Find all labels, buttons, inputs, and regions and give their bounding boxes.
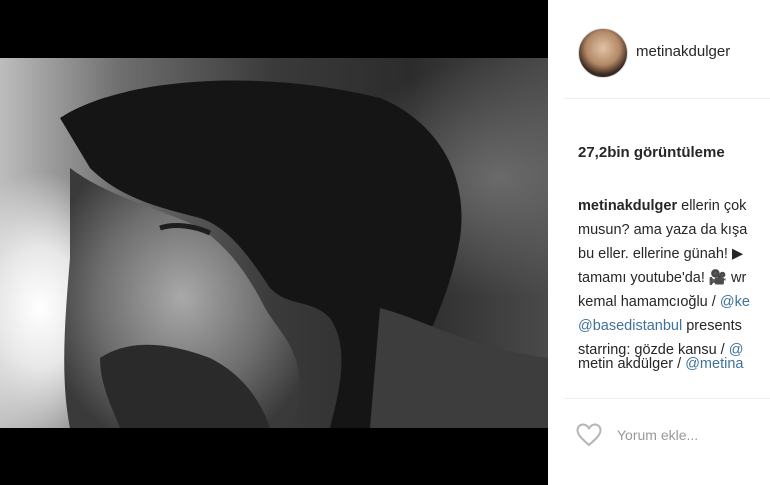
caption-username[interactable]: metinakdulger: [578, 198, 677, 214]
avatar[interactable]: [578, 28, 628, 78]
post-caption: metinakdulger ellerin çok musun? ama yaz…: [578, 194, 770, 386]
mention-link[interactable]: @ke: [720, 294, 750, 310]
post-author-username[interactable]: metinakdulger: [636, 43, 730, 60]
header-divider: [564, 98, 770, 99]
view-count: 27,2bin görüntüleme: [578, 144, 725, 161]
heart-outline-icon[interactable]: [576, 423, 602, 447]
caption-text: ellerin çok: [681, 198, 747, 214]
video-still-image: [60, 80, 548, 428]
caption-text: metin akdülger /: [578, 356, 686, 372]
mention-link[interactable]: @basedistanbul: [578, 318, 682, 334]
comment-divider: [564, 398, 770, 399]
comment-input[interactable]: Yorum ekle...: [617, 427, 698, 443]
mention-link[interactable]: @metina: [685, 356, 743, 372]
video-frame[interactable]: [0, 58, 548, 428]
caption-text: tamamı youtube'da! 🎥 wr: [578, 270, 747, 286]
caption-text: bu eller. ellerine günah! ▶: [578, 246, 744, 262]
caption-text: kemal hamamcıoğlu /: [578, 294, 720, 310]
caption-text: presents: [682, 318, 742, 334]
video-player[interactable]: [0, 0, 548, 485]
caption-text: musun? ama yaza da kışa: [578, 222, 748, 238]
